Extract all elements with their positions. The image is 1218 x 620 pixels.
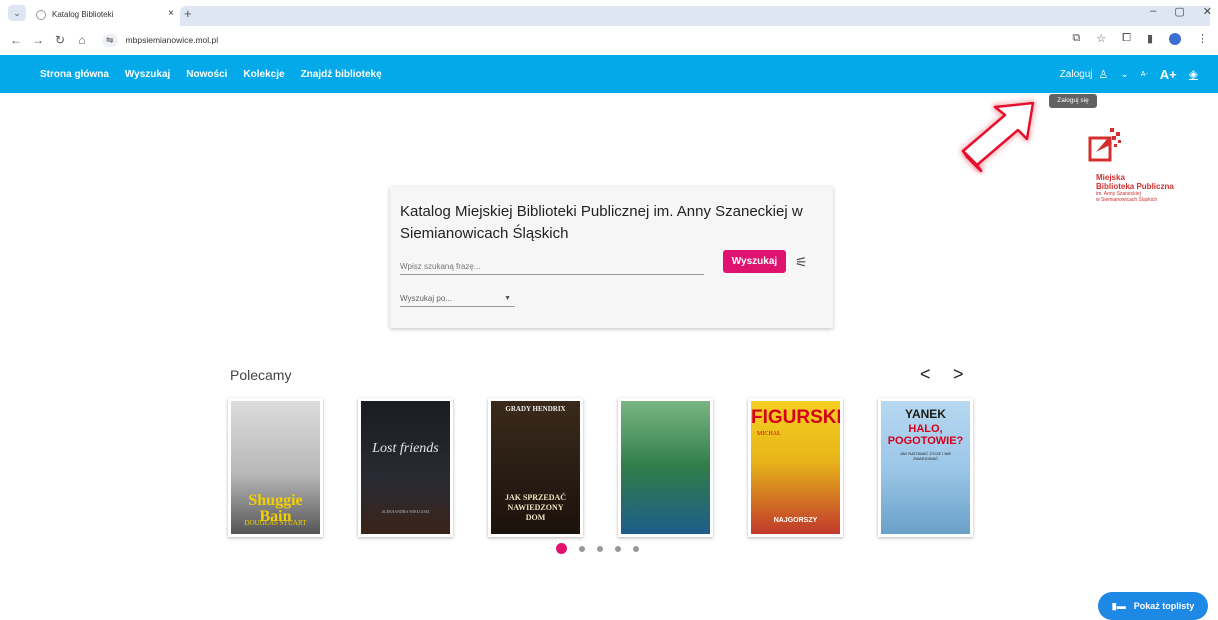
toplist-icon: ▮▬ <box>1111 600 1126 611</box>
book-author: GRADY HENDRIX <box>505 405 566 413</box>
nav-collections[interactable]: Kolekcje <box>243 69 284 80</box>
url-field[interactable]: ⇋ mbpsiemianowice.mol.pl <box>102 30 218 50</box>
book-title: JAK SPRZEDAĆ NAWIEDZONY DOM <box>504 493 567 522</box>
user-icon: ♙ <box>1098 68 1109 81</box>
carousel-dot[interactable] <box>615 545 621 552</box>
nav-home[interactable]: Strona główna <box>40 69 109 80</box>
forward-icon[interactable]: → <box>32 33 44 47</box>
catalog-title: Katalog Miejskiej Biblioteki Publicznej … <box>400 203 803 242</box>
carousel-pagination <box>556 543 639 554</box>
book-cover: GRADY HENDRIX JAK SPRZEDAĆ NAWIEDZONY DO… <box>491 401 580 534</box>
carousel-dot[interactable] <box>633 545 639 552</box>
book-card[interactable] <box>618 398 713 537</box>
tab-strip <box>180 6 1210 26</box>
book-card[interactable]: FIGURSKI MICHAŁ NAJGORSZY <box>748 398 843 537</box>
book-title: FIGURSKI <box>751 407 840 428</box>
logo-sub-line2: w Siemianowicach Śląskich <box>1096 197 1158 203</box>
book-author: DOUGLAS STUART <box>244 519 307 527</box>
book-cover: Shuggie Bain DOUGLAS STUART <box>231 401 320 534</box>
browser-menu-icon[interactable]: ⋮ <box>1197 32 1208 45</box>
tab-title: Katalog Biblioteki <box>52 10 114 19</box>
book-card[interactable]: GRADY HENDRIX JAK SPRZEDAĆ NAWIEDZONY DO… <box>488 398 583 537</box>
window-controls: – ▢ ✕ <box>1150 5 1212 18</box>
sidepanel-icon[interactable]: ▮ <box>1147 32 1153 45</box>
login-label: Zaloguj <box>1059 68 1093 80</box>
translate-icon[interactable]: ⧉ <box>1072 32 1080 45</box>
book-title: Lost friends <box>372 441 439 456</box>
book-cover <box>621 401 710 534</box>
home-icon[interactable]: ⌂ <box>76 33 88 47</box>
url-text: mbpsiemianowice.mol.pl <box>125 35 219 45</box>
carousel-next-icon[interactable]: > <box>953 364 964 385</box>
book-cover: Lost friends ALEKSANDRA WIELGOSZ <box>361 401 450 534</box>
navbar-right: Zaloguj ♙ ⌄ A- A+ ◈ <box>1060 55 1198 93</box>
minimize-icon[interactable]: – <box>1150 5 1156 18</box>
logo-title-line1: Miejska <box>1096 173 1125 182</box>
book-cover: FIGURSKI MICHAŁ NAJGORSZY <box>751 401 840 534</box>
reload-icon[interactable]: ↻ <box>54 33 66 47</box>
tab-search-icon[interactable]: ⌄ <box>8 5 26 21</box>
book-author: ALEKSANDRA WIELGOSZ <box>381 509 430 514</box>
tab-close-icon[interactable]: × <box>168 8 174 19</box>
book-card[interactable]: Shuggie Bain DOUGLAS STUART <box>228 398 323 537</box>
font-increase-button[interactable]: A+ <box>1160 67 1177 82</box>
library-logo-icon <box>1088 128 1121 162</box>
site-info-icon[interactable]: ⇋ <box>102 33 118 47</box>
browser-toolbar-right: ⧉ ☆ ⧠ ▮ ⋮ <box>1072 32 1208 45</box>
login-button[interactable]: Zaloguj ♙ <box>1060 68 1109 81</box>
red-arrow-annotation-icon <box>961 101 1035 173</box>
nav-new[interactable]: Nowości <box>186 69 227 80</box>
new-tab-icon[interactable]: + <box>184 6 192 21</box>
book-card[interactable]: YANEK HALO, POGOTOWIE? JAK RATOWAĆ ŻYCIE… <box>878 398 973 537</box>
nav-search[interactable]: Wyszukaj <box>125 69 170 80</box>
chevron-down-icon[interactable]: ⌄ <box>1120 69 1128 80</box>
book-badge: NAJGORSZY <box>773 517 818 524</box>
book-card[interactable]: Lost friends ALEKSANDRA WIELGOSZ <box>358 398 453 537</box>
maximize-icon[interactable]: ▢ <box>1174 5 1184 18</box>
extensions-icon[interactable]: ⧠ <box>1122 32 1131 45</box>
site-navbar: Strona główna Wyszukaj Nowości Kolekcje … <box>0 55 1218 93</box>
carousel-prev-icon[interactable]: < <box>920 364 931 385</box>
show-toplists-button[interactable]: ▮▬ Pokaż toplisty <box>1098 592 1208 620</box>
book-author: YANEK <box>905 407 946 421</box>
carousel-dot[interactable] <box>556 543 567 554</box>
close-window-icon[interactable]: ✕ <box>1203 5 1212 18</box>
search-by-select[interactable]: Wyszukaj po... ▼ <box>400 291 515 307</box>
login-tooltip: Zaloguj się <box>1049 94 1097 108</box>
book-title: HALO, POGOTOWIE? <box>887 423 964 447</box>
recommended-title: Polecamy <box>230 367 292 383</box>
search-input[interactable] <box>400 259 704 275</box>
browser-tab[interactable]: Katalog Biblioteki × <box>30 3 180 26</box>
carousel-dot[interactable] <box>597 545 603 552</box>
caret-down-icon: ▼ <box>504 295 511 302</box>
nav-find-library[interactable]: Znajdź bibliotekę <box>301 69 382 80</box>
carousel-dot[interactable] <box>579 545 585 552</box>
tab-favicon-icon <box>36 9 46 20</box>
browser-tabbar: ⌄ Katalog Biblioteki × + – ▢ ✕ <box>0 0 1218 26</box>
font-decrease-button[interactable]: A- <box>1141 71 1148 78</box>
back-icon[interactable]: ← <box>10 33 22 47</box>
book-cover: YANEK HALO, POGOTOWIE? JAK RATOWAĆ ŻYCIE… <box>881 401 970 534</box>
bookmark-star-icon[interactable]: ☆ <box>1096 32 1106 45</box>
library-logo[interactable]: Miejska Biblioteka Publiczna im. Anny Sz… <box>1080 124 1190 214</box>
book-author: MICHAŁ <box>757 431 781 437</box>
contrast-icon[interactable]: ◈ <box>1189 67 1198 81</box>
search-button[interactable]: Wyszukaj <box>723 250 786 273</box>
toplist-label: Pokaż toplisty <box>1133 601 1195 611</box>
advanced-filter-icon[interactable]: ⚟ <box>795 254 808 271</box>
search-by-label: Wyszukaj po... <box>400 294 452 303</box>
search-card: Katalog Miejskiej Biblioteki Publicznej … <box>390 187 833 328</box>
address-bar: ← → ↻ ⌂ ⇋ mbpsiemianowice.mol.pl <box>0 26 1218 54</box>
book-subtitle: JAK RATOWAĆ ŻYCIE I NIE ZWARIOWAĆ <box>899 451 952 461</box>
logo-title-line2: Biblioteka Publiczna <box>1096 182 1174 191</box>
profile-avatar-icon[interactable] <box>1169 32 1181 45</box>
